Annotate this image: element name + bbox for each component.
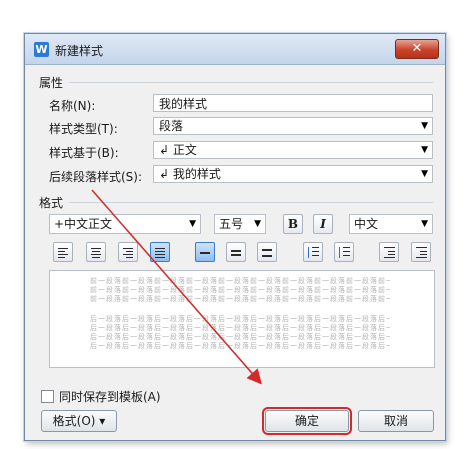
preview-next-line: 后一段落后一段落后一段落后一段落后一段落后一段落后一段落后一段落后一段落后一段落 bbox=[90, 333, 390, 341]
cancel-button[interactable]: 取消 bbox=[358, 410, 434, 432]
bold-button[interactable]: B bbox=[283, 214, 303, 234]
space-after-button[interactable] bbox=[334, 242, 354, 262]
justify-button[interactable] bbox=[150, 242, 170, 262]
preview-next-line: 后一段落后一段落后一段落后一段落后一段落后一段落后一段落后一段落后一段落后一段落 bbox=[90, 342, 390, 350]
format-menu-button[interactable]: 格式(O) ▾ bbox=[41, 410, 117, 432]
chevron-down-icon: ▼ bbox=[421, 219, 428, 229]
chevron-down-icon: ▼ bbox=[254, 219, 261, 229]
style-type-value: 段落 bbox=[159, 119, 184, 133]
preview-prev-line: 前一段落前一段落前一段落前一段落前一段落前一段落前一段落前一段落前一段落前一段落 bbox=[90, 295, 390, 303]
name-input[interactable]: 我的样式 bbox=[153, 94, 433, 112]
based-on-label: 样式基于(B): bbox=[49, 146, 119, 160]
chevron-down-icon: ▼ bbox=[421, 169, 428, 179]
line-spacing-single-button[interactable] bbox=[195, 242, 215, 262]
font-size-select[interactable]: 五号 ▼ bbox=[214, 214, 266, 234]
style-type-select[interactable]: 段落 ▼ bbox=[153, 117, 433, 135]
wps-writer-icon: W bbox=[34, 42, 49, 57]
language-select[interactable]: 中文 ▼ bbox=[349, 214, 433, 234]
properties-divider bbox=[69, 82, 433, 83]
name-label: 名称(N): bbox=[49, 99, 96, 113]
chevron-down-icon: ▼ bbox=[421, 145, 428, 155]
save-to-template-checkbox[interactable] bbox=[41, 390, 54, 403]
font-value: +中文正文 bbox=[54, 217, 113, 231]
line-spacing-1-5-button[interactable] bbox=[226, 242, 246, 262]
format-divider bbox=[69, 202, 433, 203]
ok-button[interactable]: 确定 bbox=[262, 407, 352, 435]
close-button[interactable]: ✕ bbox=[395, 39, 439, 59]
language-value: 中文 bbox=[354, 217, 379, 231]
font-select[interactable]: +中文正文 ▼ bbox=[49, 214, 201, 234]
next-style-label: 后续段落样式(S): bbox=[49, 170, 143, 184]
chevron-down-icon: ▼ bbox=[421, 121, 428, 131]
based-on-value: ↲ 正文 bbox=[159, 143, 197, 157]
line-spacing-double-button[interactable] bbox=[257, 242, 277, 262]
dialog-title: 新建样式 bbox=[55, 44, 104, 58]
decrease-indent-button[interactable] bbox=[379, 242, 399, 262]
new-style-dialog: W 新建样式 ✕ 属性 名称(N): 我的样式 样式类型(T): 段落 ▼ 样式… bbox=[24, 33, 446, 441]
style-preview-pane: 前一段落前一段落前一段落前一段落前一段落前一段落前一段落前一段落前一段落前一段落… bbox=[49, 270, 435, 368]
align-center-button[interactable] bbox=[86, 242, 106, 262]
italic-button[interactable]: I bbox=[313, 214, 333, 234]
align-left-button[interactable] bbox=[53, 242, 73, 262]
preview-prev-line: 前一段落前一段落前一段落前一段落前一段落前一段落前一段落前一段落前一段落前一段落 bbox=[90, 286, 390, 294]
font-size-value: 五号 bbox=[219, 217, 244, 231]
based-on-select[interactable]: ↲ 正文 ▼ bbox=[153, 141, 433, 159]
title-bar: W 新建样式 ✕ bbox=[25, 34, 445, 65]
style-type-label: 样式类型(T): bbox=[49, 122, 118, 136]
chevron-down-icon: ▼ bbox=[189, 219, 196, 229]
align-right-button[interactable] bbox=[118, 242, 138, 262]
preview-next-line: 后一段落后一段落后一段落后一段落后一段落后一段落后一段落后一段落后一段落后一段落 bbox=[90, 315, 390, 323]
save-to-template-label: 同时保存到模板(A) bbox=[59, 390, 161, 404]
properties-section-label: 属性 bbox=[39, 76, 64, 90]
next-style-select[interactable]: ↲ 我的样式 ▼ bbox=[153, 165, 433, 183]
preview-next-line: 后一段落后一段落后一段落后一段落后一段落后一段落后一段落后一段落后一段落后一段落 bbox=[90, 324, 390, 332]
preview-prev-line: 前一段落前一段落前一段落前一段落前一段落前一段落前一段落前一段落前一段落前一段落 bbox=[90, 277, 390, 285]
increase-indent-button[interactable] bbox=[411, 242, 431, 262]
space-before-button[interactable] bbox=[303, 242, 323, 262]
next-style-value: ↲ 我的样式 bbox=[159, 167, 221, 181]
format-section-label: 格式 bbox=[39, 196, 64, 210]
